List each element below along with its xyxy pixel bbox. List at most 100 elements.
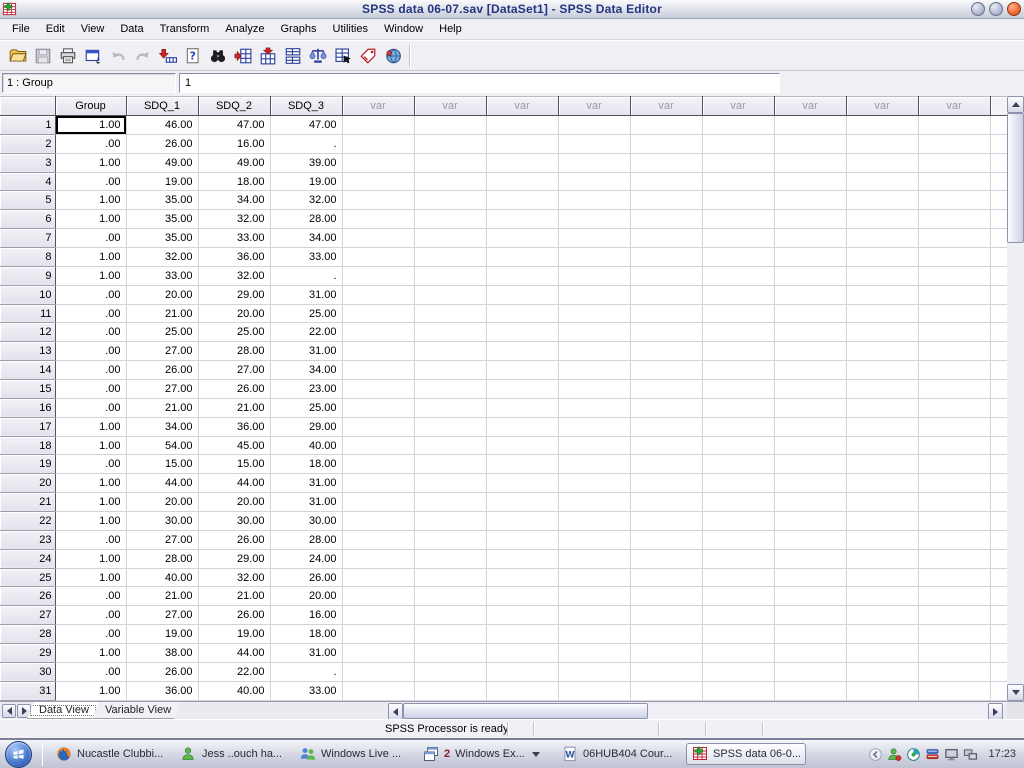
data-cell[interactable]: 18.00	[270, 455, 342, 474]
data-cell[interactable]: 27.00	[126, 606, 198, 625]
column-header-sdq_2[interactable]: SDQ_2	[198, 97, 270, 116]
empty-cell[interactable]	[630, 493, 702, 512]
data-cell[interactable]: 30.00	[198, 512, 270, 531]
empty-cell[interactable]	[486, 266, 558, 285]
empty-cell[interactable]	[342, 587, 414, 606]
empty-cell[interactable]	[702, 248, 774, 267]
data-cell[interactable]: 33.00	[270, 681, 342, 700]
row-header[interactable]: 22	[0, 512, 55, 531]
empty-cell[interactable]	[486, 493, 558, 512]
taskbar-button-item[interactable]: Jess ..ouch ha...	[176, 744, 288, 764]
empty-cell[interactable]	[774, 530, 846, 549]
empty-cell[interactable]	[414, 266, 486, 285]
empty-cell[interactable]	[630, 380, 702, 399]
row-header[interactable]: 18	[0, 436, 55, 455]
grid-corner-cell[interactable]	[0, 97, 55, 116]
empty-cell[interactable]	[558, 398, 630, 417]
data-cell[interactable]: 1.00	[55, 549, 126, 568]
empty-cell[interactable]	[486, 662, 558, 681]
data-cell[interactable]: 34.00	[270, 229, 342, 248]
empty-cell[interactable]	[414, 116, 486, 135]
data-cell[interactable]: 21.00	[126, 398, 198, 417]
empty-cell[interactable]	[558, 380, 630, 399]
empty-cell[interactable]	[846, 606, 918, 625]
data-cell[interactable]: 19.00	[198, 625, 270, 644]
data-cell[interactable]: 15.00	[198, 455, 270, 474]
empty-cell[interactable]	[630, 210, 702, 229]
data-cell[interactable]: 49.00	[126, 153, 198, 172]
empty-cell[interactable]	[702, 644, 774, 663]
empty-cell[interactable]	[702, 229, 774, 248]
empty-cell[interactable]	[846, 587, 918, 606]
empty-cell[interactable]	[630, 172, 702, 191]
empty-cell[interactable]	[774, 210, 846, 229]
data-cell[interactable]: 28.00	[270, 210, 342, 229]
column-header-var[interactable]: var	[774, 97, 846, 116]
empty-cell[interactable]	[558, 134, 630, 153]
empty-cell[interactable]	[774, 248, 846, 267]
find-icon[interactable]	[205, 44, 230, 68]
menu-item-help[interactable]: Help	[431, 20, 470, 38]
empty-cell[interactable]	[414, 304, 486, 323]
empty-cell[interactable]	[414, 398, 486, 417]
menu-item-analyze[interactable]: Analyze	[217, 20, 272, 38]
row-header[interactable]: 12	[0, 323, 55, 342]
empty-cell[interactable]	[558, 285, 630, 304]
empty-cell[interactable]	[630, 662, 702, 681]
row-header[interactable]: 11	[0, 304, 55, 323]
data-cell[interactable]: 20.00	[126, 493, 198, 512]
data-cell[interactable]: 1.00	[55, 512, 126, 531]
empty-cell[interactable]	[342, 266, 414, 285]
data-cell[interactable]: 30.00	[126, 512, 198, 531]
empty-cell[interactable]	[486, 380, 558, 399]
empty-cell[interactable]	[774, 229, 846, 248]
empty-cell[interactable]	[846, 625, 918, 644]
data-cell[interactable]: 36.00	[126, 681, 198, 700]
empty-cell[interactable]	[558, 116, 630, 135]
empty-cell[interactable]	[558, 210, 630, 229]
empty-cell[interactable]	[702, 172, 774, 191]
empty-cell[interactable]	[414, 455, 486, 474]
insert-cases-icon[interactable]	[230, 44, 255, 68]
empty-cell[interactable]	[918, 304, 990, 323]
empty-cell[interactable]	[342, 172, 414, 191]
data-cell[interactable]: 45.00	[198, 436, 270, 455]
empty-cell[interactable]	[774, 662, 846, 681]
data-cell[interactable]: 1.00	[55, 266, 126, 285]
empty-cell[interactable]	[558, 417, 630, 436]
empty-cell[interactable]	[774, 153, 846, 172]
empty-cell[interactable]	[342, 248, 414, 267]
empty-cell[interactable]	[342, 568, 414, 587]
empty-cell[interactable]	[774, 361, 846, 380]
data-cell[interactable]: 19.00	[270, 172, 342, 191]
row-header[interactable]: 15	[0, 380, 55, 399]
empty-cell[interactable]	[486, 549, 558, 568]
column-header-var[interactable]: var	[846, 97, 918, 116]
taskbar-button-item[interactable]: W06HUB404 Cour...	[557, 744, 679, 764]
empty-cell[interactable]	[342, 512, 414, 531]
data-cell[interactable]: 36.00	[198, 417, 270, 436]
data-cell[interactable]: 27.00	[198, 361, 270, 380]
data-cell[interactable]: .	[270, 266, 342, 285]
empty-cell[interactable]	[486, 474, 558, 493]
empty-cell[interactable]	[630, 342, 702, 361]
data-cell[interactable]: 16.00	[270, 606, 342, 625]
data-cell[interactable]: 15.00	[126, 455, 198, 474]
data-cell[interactable]: 33.00	[270, 248, 342, 267]
variables-icon[interactable]: ?	[180, 44, 205, 68]
selected-cell[interactable]: 1.00	[55, 116, 126, 135]
empty-cell[interactable]	[342, 681, 414, 700]
empty-cell[interactable]	[774, 172, 846, 191]
empty-cell[interactable]	[846, 568, 918, 587]
empty-cell[interactable]	[702, 681, 774, 700]
column-header-var[interactable]: var	[558, 97, 630, 116]
empty-cell[interactable]	[342, 493, 414, 512]
empty-cell[interactable]	[558, 191, 630, 210]
data-cell[interactable]: 22.00	[198, 662, 270, 681]
empty-cell[interactable]	[414, 568, 486, 587]
print-icon[interactable]	[55, 44, 80, 68]
empty-cell[interactable]	[630, 191, 702, 210]
empty-cell[interactable]	[342, 116, 414, 135]
insert-variable-icon[interactable]	[255, 44, 280, 68]
data-cell[interactable]: 20.00	[198, 304, 270, 323]
